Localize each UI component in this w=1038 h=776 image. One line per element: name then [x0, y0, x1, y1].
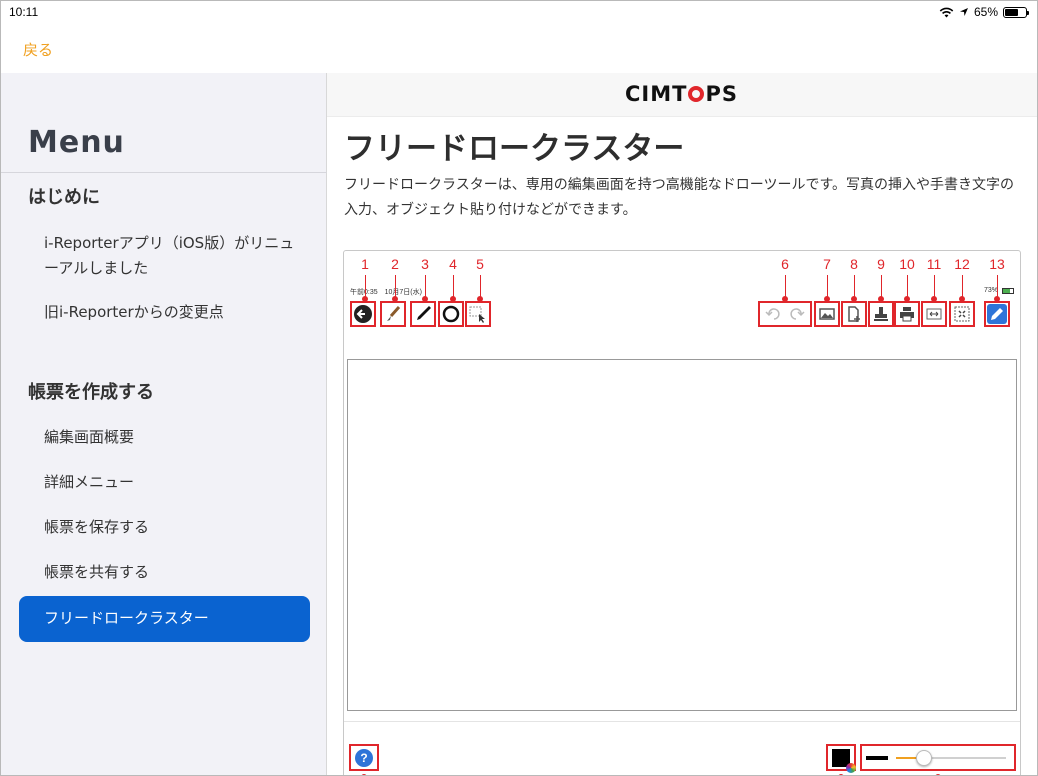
- main-content: CIMT PS フリードロークラスター フリードロークラスターは、専用の編集画面を…: [327, 73, 1037, 775]
- help-button[interactable]: ?: [349, 744, 379, 771]
- fit-width-button[interactable]: [921, 301, 947, 327]
- free-draw-screenshot: 午前0:35 10月7日(水) 73% 1 2 3 4 5 6 7 8 9 10…: [343, 250, 1021, 775]
- image-icon: [819, 308, 835, 320]
- callout-number: 3: [421, 256, 429, 272]
- line-width-slider[interactable]: [896, 750, 1006, 766]
- color-swatch: [832, 748, 856, 773]
- back-icon: [354, 305, 372, 323]
- status-indicators: 65%: [939, 5, 1029, 19]
- printer-icon: [900, 307, 914, 322]
- callout-number: 11: [926, 256, 942, 272]
- undo-redo-button[interactable]: [758, 301, 812, 327]
- callout-number: 2: [391, 256, 399, 272]
- help-icon: ?: [355, 748, 373, 767]
- back-button[interactable]: 戻る: [23, 39, 53, 60]
- edit-icon: [991, 308, 1003, 320]
- callout-number: 1: [361, 256, 369, 272]
- cimtops-logo: CIMT PS: [625, 82, 738, 106]
- color-wheel-icon: [846, 762, 856, 773]
- stamp-icon: [874, 307, 888, 321]
- status-bar: 10:11 65%: [1, 1, 1037, 25]
- sidebar-item-free-draw-cluster[interactable]: フリードロークラスター: [19, 596, 310, 642]
- shape-tool-button[interactable]: [438, 301, 464, 327]
- callout-number: 13: [989, 256, 1005, 272]
- select-tool-button[interactable]: [465, 301, 491, 327]
- sidebar-item-share-form[interactable]: 帳票を共有する: [44, 560, 299, 585]
- fit-screen-button[interactable]: [949, 301, 975, 327]
- sidebar-item-renewal[interactable]: i-Reporterアプリ（iOS版）がリニューアルしました: [44, 231, 299, 281]
- location-icon: [959, 8, 968, 16]
- figure-status-battery: 73%: [983, 287, 998, 294]
- wifi-icon: [939, 7, 954, 17]
- fit-screen-icon: [954, 306, 970, 322]
- undo-redo-icon: [765, 308, 805, 320]
- circle-icon: [442, 305, 460, 323]
- section-heading-create-form: 帳票を作成する: [28, 382, 154, 403]
- status-time: 10:11: [9, 5, 39, 19]
- page-description: フリードロークラスターは、専用の編集画面を持つ高機能なドローツールです。写真の挿…: [344, 177, 1015, 218]
- brush-icon: [387, 306, 401, 321]
- callout-number: 7: [823, 256, 831, 272]
- brush-tool-button[interactable]: [380, 301, 406, 327]
- slider-thumb[interactable]: [915, 750, 932, 766]
- figure-battery-icon: [1002, 288, 1014, 294]
- callout-number: 10: [899, 256, 915, 272]
- app-window: 10:11 65% 戻る Menu はじめに i-Reporterアプリ（iOS…: [0, 0, 1038, 776]
- section-heading-getting-started: はじめに: [28, 187, 100, 208]
- back-tool-button[interactable]: [350, 301, 376, 327]
- callout-number: 9: [877, 256, 885, 272]
- figure-status-time: 午前0:35 10月7日(水): [350, 289, 422, 296]
- page-title: フリードロークラスター: [344, 131, 685, 167]
- sidebar-item-detail-menu[interactable]: 詳細メニュー: [44, 470, 299, 495]
- print-button[interactable]: [894, 301, 920, 327]
- insert-image-button[interactable]: [814, 301, 840, 327]
- sidebar: Menu はじめに i-Reporterアプリ（iOS版）がリニューアルしました…: [1, 73, 327, 775]
- menu-title: Menu: [28, 125, 125, 160]
- select-icon: [469, 306, 485, 323]
- line-width-control[interactable]: [860, 744, 1016, 771]
- sidebar-item-changes[interactable]: 旧i-Reporterからの変更点: [44, 300, 299, 325]
- fit-width-icon: [926, 308, 942, 320]
- drawing-canvas[interactable]: [347, 359, 1017, 711]
- callout-number: 6: [781, 256, 789, 272]
- document-insert-icon: [848, 306, 860, 322]
- sidebar-item-save-form[interactable]: 帳票を保存する: [44, 515, 299, 540]
- insert-document-button[interactable]: [841, 301, 867, 327]
- menu-divider: [1, 172, 327, 173]
- pen-icon: [417, 306, 431, 320]
- callout-number: 4: [449, 256, 457, 272]
- stamp-button[interactable]: [868, 301, 894, 327]
- logo-bar: CIMT PS: [327, 73, 1037, 117]
- callout-number: 5: [476, 256, 484, 272]
- pen-tool-button[interactable]: [410, 301, 436, 327]
- callout-number: 12: [954, 256, 970, 272]
- line-width-preview: [866, 756, 888, 760]
- sidebar-item-edit-overview[interactable]: 編集画面概要: [44, 425, 299, 450]
- callout-number: 8: [850, 256, 858, 272]
- top-nav: 戻る: [1, 25, 1037, 73]
- battery-icon: [1003, 6, 1029, 18]
- battery-percent: 65%: [973, 5, 998, 19]
- edit-mode-button[interactable]: [984, 301, 1010, 327]
- color-picker-button[interactable]: [826, 744, 856, 773]
